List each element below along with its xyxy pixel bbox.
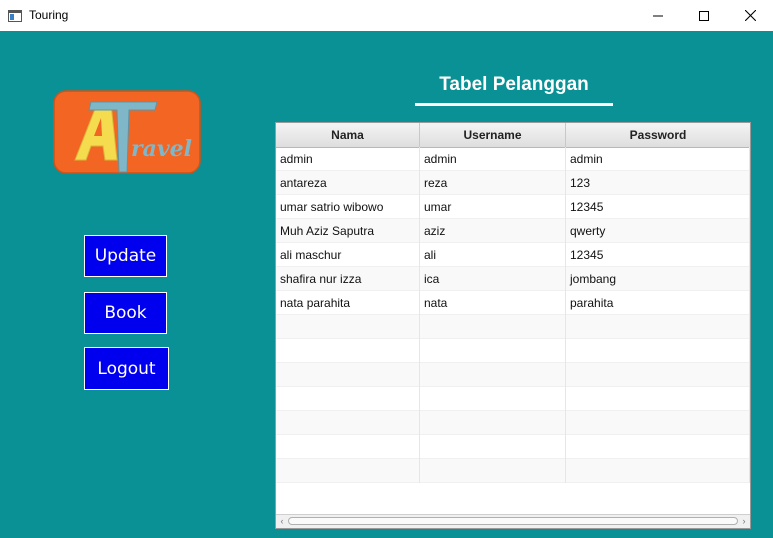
cell-username: nata bbox=[420, 291, 566, 315]
close-icon bbox=[744, 10, 756, 21]
cell-nama: ali maschur bbox=[276, 243, 420, 267]
cell-username: aziz bbox=[420, 219, 566, 243]
table-row[interactable]: nata parahita nata parahita bbox=[276, 291, 750, 315]
table-header: Nama Username Password bbox=[276, 123, 750, 148]
cell-username: ica bbox=[420, 267, 566, 291]
empty-row bbox=[276, 363, 750, 387]
update-button[interactable]: Update bbox=[84, 235, 167, 277]
table-body: admin admin admin antareza reza 123 umar… bbox=[276, 147, 750, 483]
cell-username: admin bbox=[420, 147, 566, 171]
close-button[interactable] bbox=[727, 0, 773, 31]
cell-nama: Muh Aziz Saputra bbox=[276, 219, 420, 243]
cell-nama: shafira nur izza bbox=[276, 267, 420, 291]
cell-username: reza bbox=[420, 171, 566, 195]
cell-password: jombang bbox=[566, 267, 750, 291]
at-travel-logo: ravel bbox=[53, 90, 201, 174]
table-row[interactable]: shafira nur izza ica jombang bbox=[276, 267, 750, 291]
scroll-left-icon[interactable]: ‹ bbox=[276, 515, 288, 528]
title-underline bbox=[415, 103, 613, 106]
book-button[interactable]: Book bbox=[84, 292, 167, 334]
empty-row bbox=[276, 315, 750, 339]
column-header-username[interactable]: Username bbox=[420, 123, 566, 147]
cell-password: admin bbox=[566, 147, 750, 171]
minimize-button[interactable] bbox=[635, 0, 681, 31]
app-icon bbox=[8, 9, 22, 22]
column-header-password[interactable]: Password bbox=[566, 123, 750, 147]
title-bar[interactable]: Touring bbox=[0, 0, 773, 31]
main-content: ravel Update Book Logout Tabel Pelanggan… bbox=[0, 31, 773, 538]
cell-username: ali bbox=[420, 243, 566, 267]
logout-button[interactable]: Logout bbox=[84, 347, 169, 390]
scrollbar-thumb[interactable] bbox=[288, 517, 738, 525]
window-title: Touring bbox=[29, 8, 69, 22]
scroll-right-icon[interactable]: › bbox=[738, 515, 750, 528]
empty-row bbox=[276, 435, 750, 459]
empty-row bbox=[276, 411, 750, 435]
horizontal-scrollbar[interactable]: ‹ › bbox=[276, 514, 750, 528]
cell-password: 12345 bbox=[566, 243, 750, 267]
maximize-icon bbox=[699, 10, 709, 21]
table-row[interactable]: admin admin admin bbox=[276, 147, 750, 171]
page-title: Tabel Pelanggan bbox=[439, 74, 589, 95]
table-row[interactable]: Muh Aziz Saputra aziz qwerty bbox=[276, 219, 750, 243]
cell-nama: umar satrio wibowo bbox=[276, 195, 420, 219]
cell-password: qwerty bbox=[566, 219, 750, 243]
empty-row bbox=[276, 339, 750, 363]
cell-password: 12345 bbox=[566, 195, 750, 219]
cell-username: umar bbox=[420, 195, 566, 219]
cell-password: 123 bbox=[566, 171, 750, 195]
table-row[interactable]: antareza reza 123 bbox=[276, 171, 750, 195]
cell-nama: antareza bbox=[276, 171, 420, 195]
minimize-icon bbox=[653, 15, 663, 16]
empty-row bbox=[276, 387, 750, 411]
empty-row bbox=[276, 459, 750, 483]
customer-table[interactable]: Nama Username Password admin admin admin… bbox=[275, 122, 751, 529]
cell-nama: admin bbox=[276, 147, 420, 171]
maximize-button[interactable] bbox=[681, 0, 727, 31]
cell-password: parahita bbox=[566, 291, 750, 315]
table-row[interactable]: umar satrio wibowo umar 12345 bbox=[276, 195, 750, 219]
column-header-nama[interactable]: Nama bbox=[276, 123, 420, 147]
table-row[interactable]: ali maschur ali 12345 bbox=[276, 243, 750, 267]
svg-text:ravel: ravel bbox=[131, 136, 192, 162]
cell-nama: nata parahita bbox=[276, 291, 420, 315]
